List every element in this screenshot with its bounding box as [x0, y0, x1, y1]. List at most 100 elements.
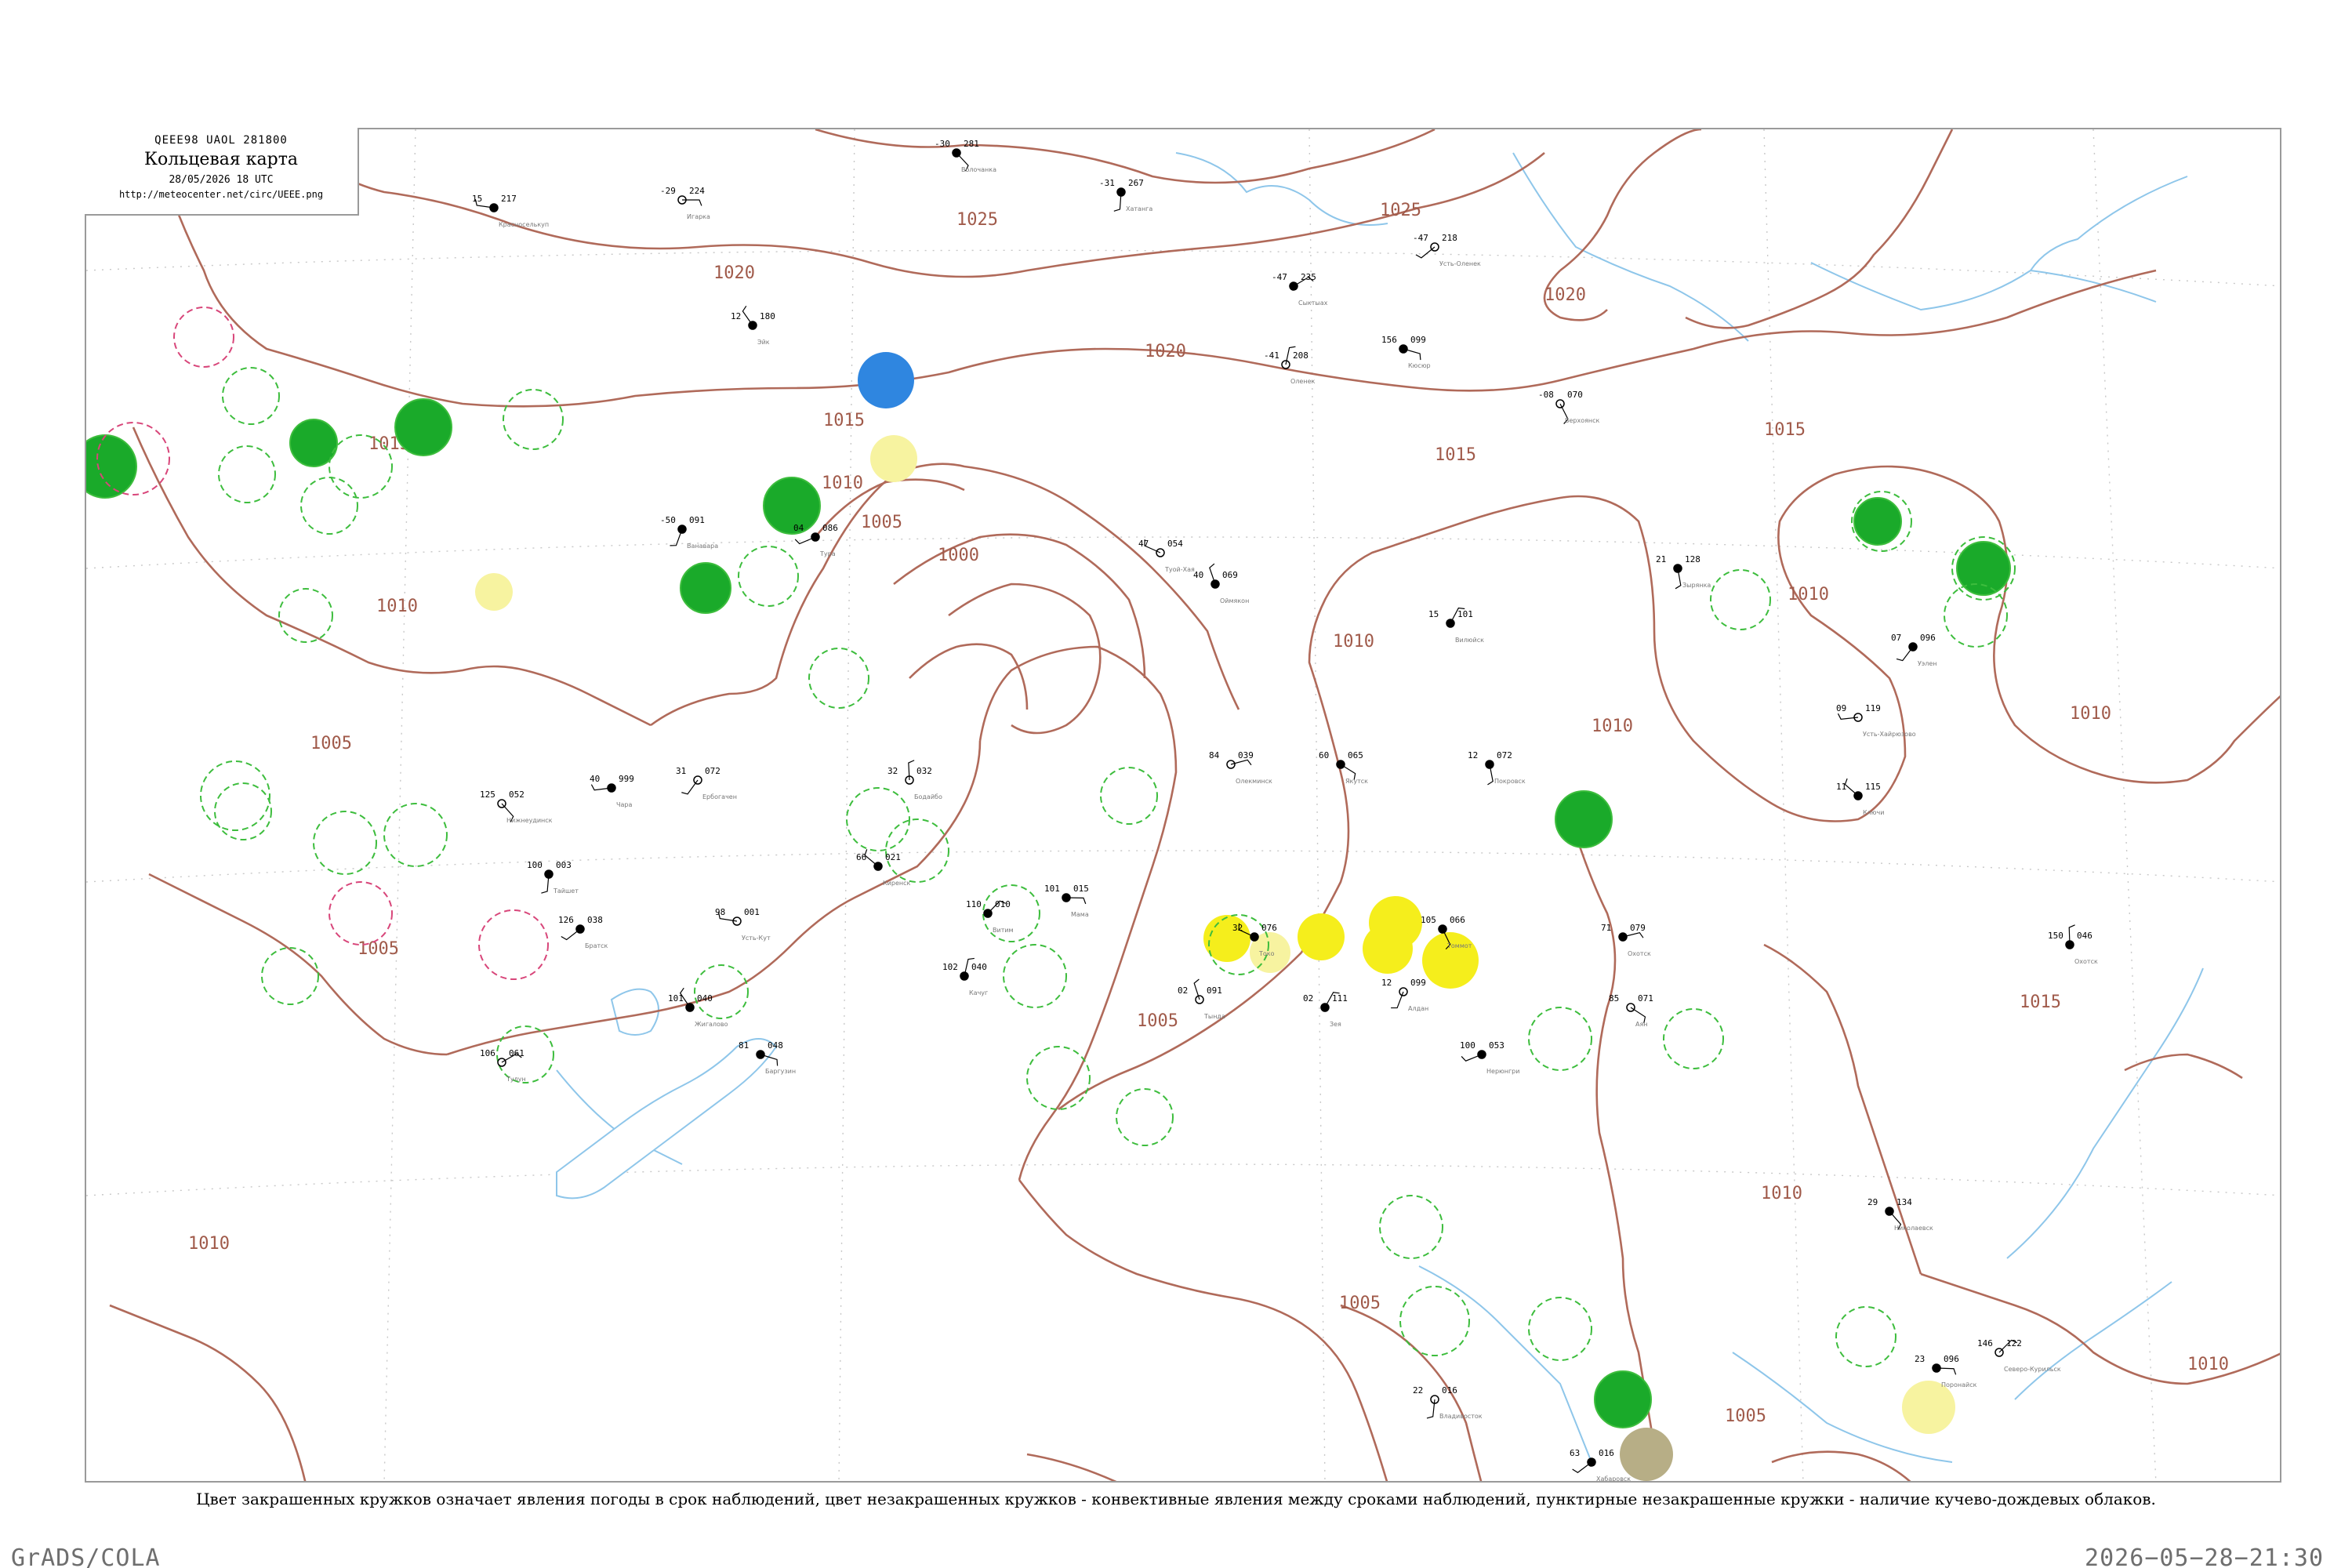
station-temperature: -47: [1413, 233, 1428, 243]
station-temperature: 60: [1319, 750, 1329, 760]
isobar-label: 1010: [1761, 1184, 1802, 1203]
station-pressure: 267: [1128, 178, 1144, 188]
station-temperature: 21: [1656, 554, 1666, 564]
station-temperature: -50: [660, 515, 676, 525]
station-plot: 101 015 Мама: [1044, 884, 1089, 918]
station-name: Усть-Кут: [742, 935, 771, 942]
station-plot: 21 128 Зырянка: [1656, 554, 1711, 590]
cumulonimbus-ring: [218, 445, 276, 503]
isobar-label: 1005: [1339, 1294, 1381, 1313]
rain-weather-circle: [1555, 790, 1613, 848]
cumulonimbus-ring: [300, 477, 358, 535]
software-credit: GrADS/COLA: [11, 1544, 161, 1568]
station-name: Хатанга: [1126, 205, 1152, 212]
station-name: Нерюнгри: [1486, 1068, 1519, 1075]
station-pressure: 180: [760, 311, 775, 321]
station-temperature: 09: [1836, 703, 1846, 713]
station-pressure: 099: [1410, 335, 1426, 345]
station-temperature: 110: [966, 899, 982, 909]
station-temperature: -08: [1538, 390, 1554, 400]
station-pressure: 001: [744, 907, 760, 917]
station-pressure: 061: [509, 1048, 524, 1058]
station-plot: 31 072 Ербогачен: [676, 766, 737, 800]
cumulonimbus-ring: [1528, 1007, 1592, 1071]
station-temperature: 22: [1413, 1385, 1423, 1396]
station-pressure: 071: [1638, 993, 1653, 1004]
station-temperature: 101: [668, 993, 684, 1004]
station-plot: 12 180 Эйк: [731, 305, 775, 346]
station-temperature: -47: [1272, 272, 1287, 282]
synoptic-map: 1025 1025 1020 1020 1020 1015 1015 1015 …: [86, 129, 2280, 1481]
station-name: Киренск: [883, 880, 911, 887]
station-name: Уэлен: [1918, 660, 1937, 667]
station-plot: 106 061 Тулун: [480, 1048, 526, 1083]
isobar-label: 1020: [1145, 342, 1186, 361]
dust-weather-circle: [1620, 1428, 1673, 1481]
rain-weather-circle: [763, 477, 821, 535]
station-temperature: 100: [527, 860, 543, 870]
station-name: Покровск: [1494, 778, 1526, 785]
station-plot: 146 122 Северо-Курильск: [1977, 1338, 2061, 1373]
station-temperature: 40: [1193, 570, 1203, 580]
isobar-label: 1010: [188, 1234, 230, 1254]
station-plot: 150 046 Охотск: [2048, 924, 2098, 965]
cumulonimbus-ring: [1116, 1088, 1174, 1146]
thunder-ring: [328, 881, 393, 946]
station-temperature: 40: [590, 774, 600, 784]
station-pressure: 021: [885, 852, 901, 862]
station-name: Кюсюр: [1408, 362, 1431, 369]
station-name: Бодайбо: [914, 793, 942, 800]
haze-weather-circle: [870, 435, 917, 482]
station-name: Ербогачен: [702, 793, 737, 800]
cumulonimbus-ring: [738, 546, 799, 607]
isobar-label: 1010: [1788, 585, 1829, 604]
station-pressure: 038: [587, 915, 603, 925]
station-name: Усть-Оленек: [1439, 260, 1481, 267]
isobar-label: 1005: [1725, 1406, 1766, 1426]
station-name: Якутск: [1345, 778, 1368, 785]
weather-map-page: 1025 1025 1020 1020 1020 1015 1015 1015 …: [0, 0, 2352, 1568]
cumulonimbus-ring: [383, 803, 448, 867]
station-pressure: 046: [2077, 931, 2092, 941]
station-name: Алдан: [1408, 1005, 1428, 1012]
station-name: Олекминск: [1236, 778, 1272, 785]
isobar-label: 1000: [938, 546, 979, 565]
station-name: Баргузин: [765, 1068, 796, 1075]
station-name: Тура: [819, 550, 836, 557]
station-plot: 100 003 Тайшет: [527, 860, 579, 895]
isobar-label: 1020: [713, 263, 755, 283]
station-name: Оймякон: [1220, 597, 1249, 604]
station-pressure: 072: [705, 766, 720, 776]
isobar-label: 1005: [310, 734, 352, 753]
station-temperature: 101: [1044, 884, 1060, 894]
station-temperature: 15: [1428, 609, 1439, 619]
station-pressure: 052: [509, 789, 524, 800]
station-name: Качуг: [969, 989, 988, 996]
station-temperature: 85: [1609, 993, 1619, 1004]
station-temperature: 146: [1977, 1338, 1993, 1348]
station-temperature: 66: [856, 852, 866, 862]
cumulonimbus-ring: [1663, 1008, 1724, 1069]
coordinate-grid: [86, 129, 2280, 1481]
station-temperature: 105: [1421, 915, 1436, 925]
station-pressure: 015: [1073, 884, 1089, 894]
station-name: Туой-Хая: [1164, 566, 1195, 573]
station-pressure: 119: [1865, 703, 1881, 713]
station-plot: 47 054 Туой-Хая: [1138, 539, 1195, 573]
station-plot: 71 079 Охотск: [1601, 923, 1651, 957]
station-name: Чара: [616, 801, 632, 808]
station-plot: -08 070 Верхоянск: [1538, 390, 1600, 424]
station-plot: 110 010 Витим: [966, 899, 1014, 934]
station-pressure: 039: [1238, 750, 1254, 760]
station-pressure: 016: [1442, 1385, 1457, 1396]
station-plot: -50 091 Ванавара: [660, 515, 718, 550]
station-plot: 85 071 Аян: [1609, 993, 1653, 1028]
station-pressure: 072: [1497, 750, 1512, 760]
station-plot: 02 091 Тында: [1178, 978, 1225, 1020]
station-pressure: 079: [1630, 923, 1646, 933]
station-pressure: 224: [689, 186, 705, 196]
station-name: Тайшет: [553, 887, 579, 895]
snow-weather-circle: [858, 352, 914, 408]
station-name: Жигалово: [695, 1021, 728, 1028]
station-pressure: 091: [689, 515, 705, 525]
